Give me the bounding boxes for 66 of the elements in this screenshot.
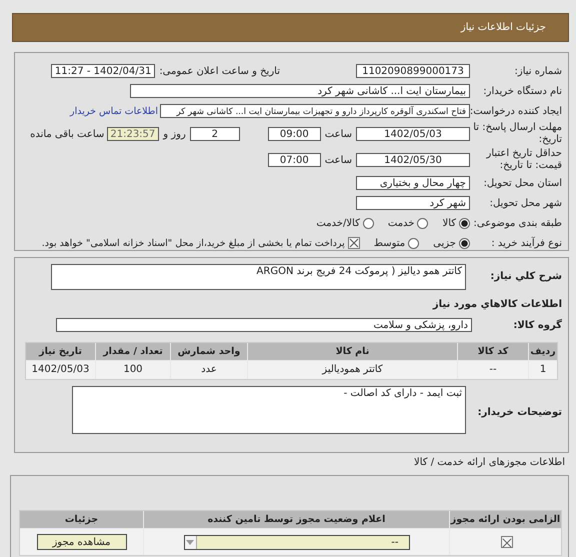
column-header: الزامی بودن ارائه مجوز	[450, 511, 561, 528]
radio-label: متوسط	[374, 238, 406, 248]
text-field[interactable]: فتاح اسکندری آلوقره کارپرداز دارو و تجهیزات بیمارستان ایت ا... کاشانی شهر کر	[160, 104, 470, 118]
table-cell: کاتتر همودیالیز	[248, 361, 457, 379]
column-header: کد کالا	[458, 343, 528, 360]
column-header: ردیف	[529, 343, 557, 360]
radio-button[interactable]	[362, 218, 374, 228]
view-permit-button[interactable]: مشاهده مجوز	[36, 534, 126, 550]
text-field[interactable]: دارو، پزشکی و سلامت	[56, 318, 472, 332]
field-label: طبقه بندی موضوعی:	[472, 218, 562, 228]
section-title: اطلاعات مجوزهای ارائه خدمت / کالا	[413, 457, 565, 470]
column-header: تاریخ نیاز	[26, 343, 95, 360]
field-label: شرح کلي نياز:	[489, 271, 562, 282]
text-field[interactable]: 1402/05/30	[356, 153, 470, 167]
radio-label: جزیی	[433, 238, 456, 248]
column-header: نام کالا	[248, 343, 457, 360]
column-header: واحد شمارش	[171, 343, 247, 360]
text-field[interactable]: چهار محال و بختیاری	[356, 176, 470, 190]
radio-label: کالا/خدمت	[316, 218, 360, 228]
table-cell: 1	[529, 361, 557, 379]
page-header: جزئیات اطلاعات نیاز	[12, 13, 569, 42]
field-label: ساعت باقی مانده	[30, 128, 104, 140]
field-label: ایجاد کننده درخواست:	[470, 106, 562, 116]
field-label: نوع فرآیند خرید :	[490, 238, 562, 248]
field-label: حداقل تاریخ اعتبار قیمت: تا تاریخ:	[485, 148, 562, 172]
text-field[interactable]: 07:00	[268, 153, 321, 167]
text-field[interactable]: 1402/05/03	[356, 127, 470, 141]
field-label: ساعت	[324, 154, 352, 166]
column-header: تعداد / مقدار	[96, 343, 170, 360]
column-header: اعلام وضعیت مجوز توسط تامین کننده	[144, 511, 449, 528]
radio-label: خدمت	[388, 218, 414, 228]
text-field[interactable]: 1102090899000173	[356, 64, 470, 78]
table-cell: --	[458, 361, 528, 379]
status-dropdown[interactable]: --	[184, 534, 410, 550]
radio-button[interactable]	[459, 218, 470, 228]
text-field[interactable]: 2	[190, 127, 240, 141]
field-label: مهلت ارسال پاسخ: تا تاریخ:	[472, 122, 562, 146]
table-cell: 100	[96, 361, 170, 379]
field-label: توضیحات خریدار:	[476, 406, 562, 418]
table-cell: 1402/05/03	[26, 361, 95, 379]
table-cell: عدد	[171, 361, 247, 379]
field-label: استان محل تحویل:	[482, 178, 562, 188]
text-field[interactable]: 09:00	[268, 127, 321, 141]
section-title: اطلاعات کالاهاي مورد نياز	[432, 298, 562, 310]
radio-label: کالا	[442, 218, 456, 228]
radio-button[interactable]	[459, 238, 470, 248]
field-label: تاریخ و ساعت اعلان عمومی:	[159, 66, 280, 76]
checkbox[interactable]	[348, 237, 360, 249]
notes-field[interactable]: ثبت ایمد - دارای کد اصالت -	[72, 386, 466, 434]
text-field[interactable]: بیمارستان ایت ا... کاشانی شهر کرد	[130, 84, 470, 98]
field-label: شماره نیاز:	[514, 66, 562, 76]
description-field[interactable]: کاتتر همو دیالیز ( پرموکت 24 فریج برند ARGON	[51, 264, 466, 290]
radio-button[interactable]	[417, 218, 428, 228]
contact-link[interactable]: اطلاعات تماس خریدار	[70, 106, 158, 116]
field-label: گروه کالا:	[512, 320, 562, 330]
column-header: جزئیات	[20, 511, 143, 528]
field-label: شهر محل تحویل:	[488, 198, 562, 208]
dropdown-value: --	[390, 536, 400, 548]
field-label: نام دستگاه خریدار:	[482, 86, 562, 96]
field-label: ساعت	[324, 128, 352, 140]
field-label: روز و	[163, 128, 186, 140]
text-field[interactable]: 1402/04/31 - 11:27	[51, 64, 156, 78]
countdown-field[interactable]: 21:23:57	[107, 127, 160, 141]
radio-button[interactable]	[408, 238, 420, 248]
text-field[interactable]: شهر کرد	[356, 196, 470, 210]
payment-note: پرداخت تمام یا بخشی از مبلغ خرید،از محل "اسناد خزانه اسلامی" خواهد بود.	[42, 238, 345, 248]
